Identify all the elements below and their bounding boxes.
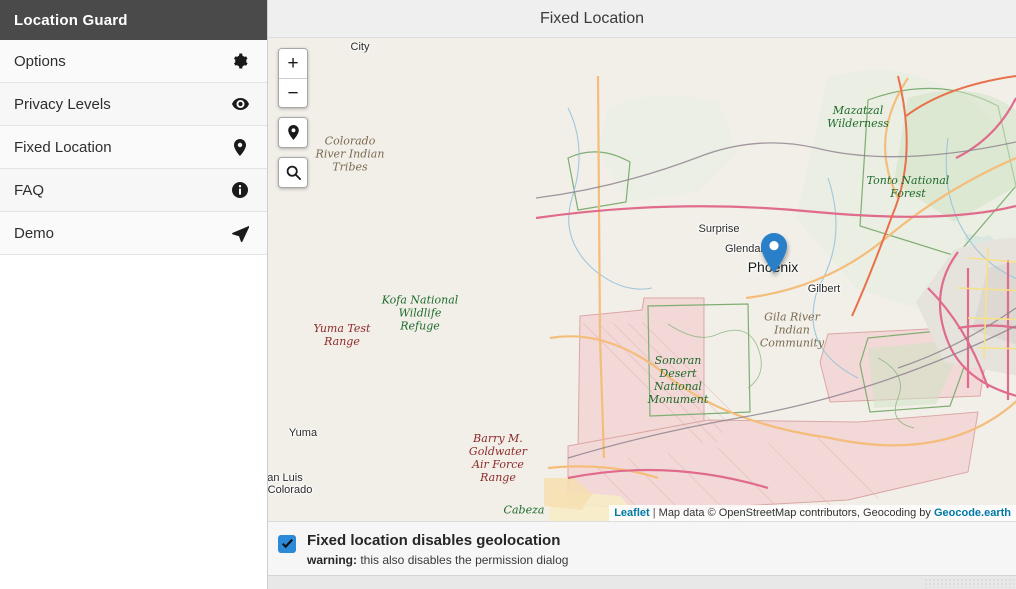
warning-label: warning: [307, 553, 357, 567]
search-icon [286, 165, 301, 180]
checkbox-warning: warning: this also disables the permissi… [307, 552, 568, 569]
zoom-in-button[interactable]: + [279, 49, 307, 78]
map-pin-icon [231, 138, 249, 156]
locate-button[interactable] [279, 118, 307, 147]
map-pin-icon [287, 125, 299, 140]
sidebar-item-label: Demo [14, 224, 55, 242]
sidebar-item-faq[interactable]: FAQ [0, 169, 267, 212]
locate-control-group [278, 117, 308, 148]
resize-grip[interactable] [924, 578, 1014, 588]
geocoder-link[interactable]: Geocode.earth [934, 507, 1011, 519]
fixed-location-marker[interactable] [761, 233, 787, 273]
map-attribution: Leaflet | Map data © OpenStreetMap contr… [609, 505, 1016, 521]
info-circle-icon [231, 181, 249, 199]
footer-strip [268, 575, 1016, 589]
attribution-text: Map data © OpenStreetMap contributors, G… [658, 507, 934, 519]
sidebar-item-label: Privacy Levels [14, 95, 111, 113]
app-title: Location Guard [14, 11, 128, 29]
map-tiles [268, 38, 1016, 521]
warning-text: this also disables the permission dialog [357, 553, 569, 567]
sidebar-item-privacy-levels[interactable]: Privacy Levels [0, 83, 267, 126]
sidebar-item-fixed-location[interactable]: Fixed Location [0, 126, 267, 169]
map-vector-layer [268, 38, 1016, 521]
page-title: Fixed Location [539, 9, 645, 27]
eye-icon [231, 95, 249, 113]
disable-geolocation-checkbox[interactable] [278, 535, 296, 553]
zoom-control-group: + − [278, 48, 308, 108]
main-panel: Fixed Location Mazatzal Wilderness Tonto… [268, 0, 1016, 589]
leaflet-link[interactable]: Leaflet [614, 507, 649, 519]
sidebar-item-label: Options [14, 52, 66, 70]
map-search-button[interactable] [279, 158, 307, 187]
sidebar-item-demo[interactable]: Demo [0, 212, 267, 255]
search-control-group [278, 157, 308, 188]
checkbox-title: Fixed location disables geolocation [307, 532, 561, 549]
location-guard-window: Location Guard Options Privacy Levels Fi… [0, 0, 1016, 589]
map-container[interactable]: Mazatzal Wilderness Tonto National Fores… [268, 38, 1016, 521]
checkbox-text-group: Fixed location disables geolocation warn… [307, 531, 568, 569]
navigation-arrow-icon [231, 224, 249, 242]
map-controls: + − [278, 48, 308, 188]
sidebar: Location Guard Options Privacy Levels Fi… [0, 0, 268, 589]
zoom-out-button[interactable]: − [279, 78, 307, 107]
sidebar-item-label: FAQ [14, 181, 45, 199]
sidebar-item-label: Fixed Location [14, 138, 112, 156]
sidebar-title-bar: Location Guard [0, 0, 267, 40]
fixed-location-options-panel: Fixed location disables geolocation warn… [268, 521, 1016, 575]
page-header: Fixed Location [268, 0, 1016, 38]
gear-icon [231, 52, 249, 70]
attribution-separator: | [649, 507, 659, 519]
sidebar-item-options[interactable]: Options [0, 40, 267, 83]
